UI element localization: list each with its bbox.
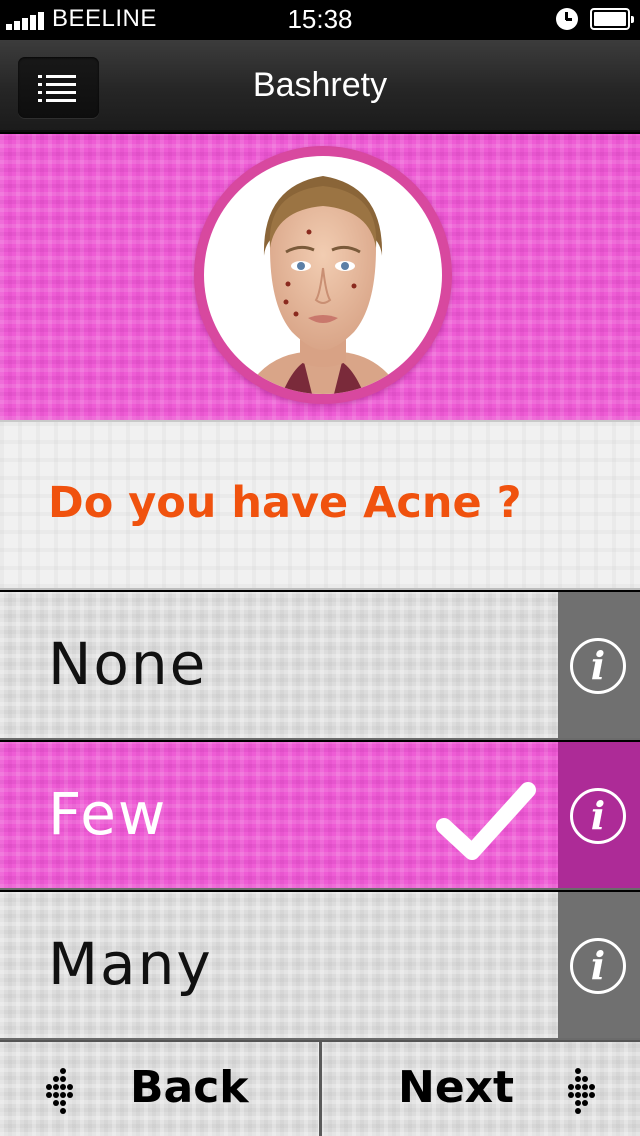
battery-icon [590,8,634,30]
next-button[interactable]: Next [322,1042,640,1136]
info-icon: i [570,638,626,694]
question-text: Do you have Acne ? [48,478,522,528]
checkmark-icon [436,782,536,860]
option-label: Many [48,930,213,998]
option-none[interactable]: None i [0,592,640,740]
status-bar: BEELINE 15:38 [0,0,640,40]
face-illustration [204,156,442,394]
question-panel: Do you have Acne ? [0,420,640,590]
info-button[interactable]: i [558,892,640,1038]
back-button[interactable]: Back [0,1042,318,1136]
bottom-nav: Back Next [0,1040,640,1136]
avatar [194,146,452,404]
back-label: Back [130,1062,249,1113]
alarm-icon [556,8,578,30]
page-title: Bashrety [252,66,388,104]
option-few[interactable]: Few i [0,742,640,890]
option-label: Few [48,780,168,848]
next-label: Next [398,1062,515,1113]
option-many[interactable]: Many i [0,892,640,1040]
info-button[interactable]: i [558,742,640,888]
info-icon: i [570,938,626,994]
info-icon: i [570,788,626,844]
info-button[interactable]: i [558,592,640,738]
next-arrow-icon [568,1068,596,1114]
status-time: 15:38 [287,4,353,34]
avatar-header [0,134,640,420]
nav-bar: Bashrety [0,40,640,132]
back-arrow-icon [46,1068,74,1114]
option-label: None [48,630,208,698]
